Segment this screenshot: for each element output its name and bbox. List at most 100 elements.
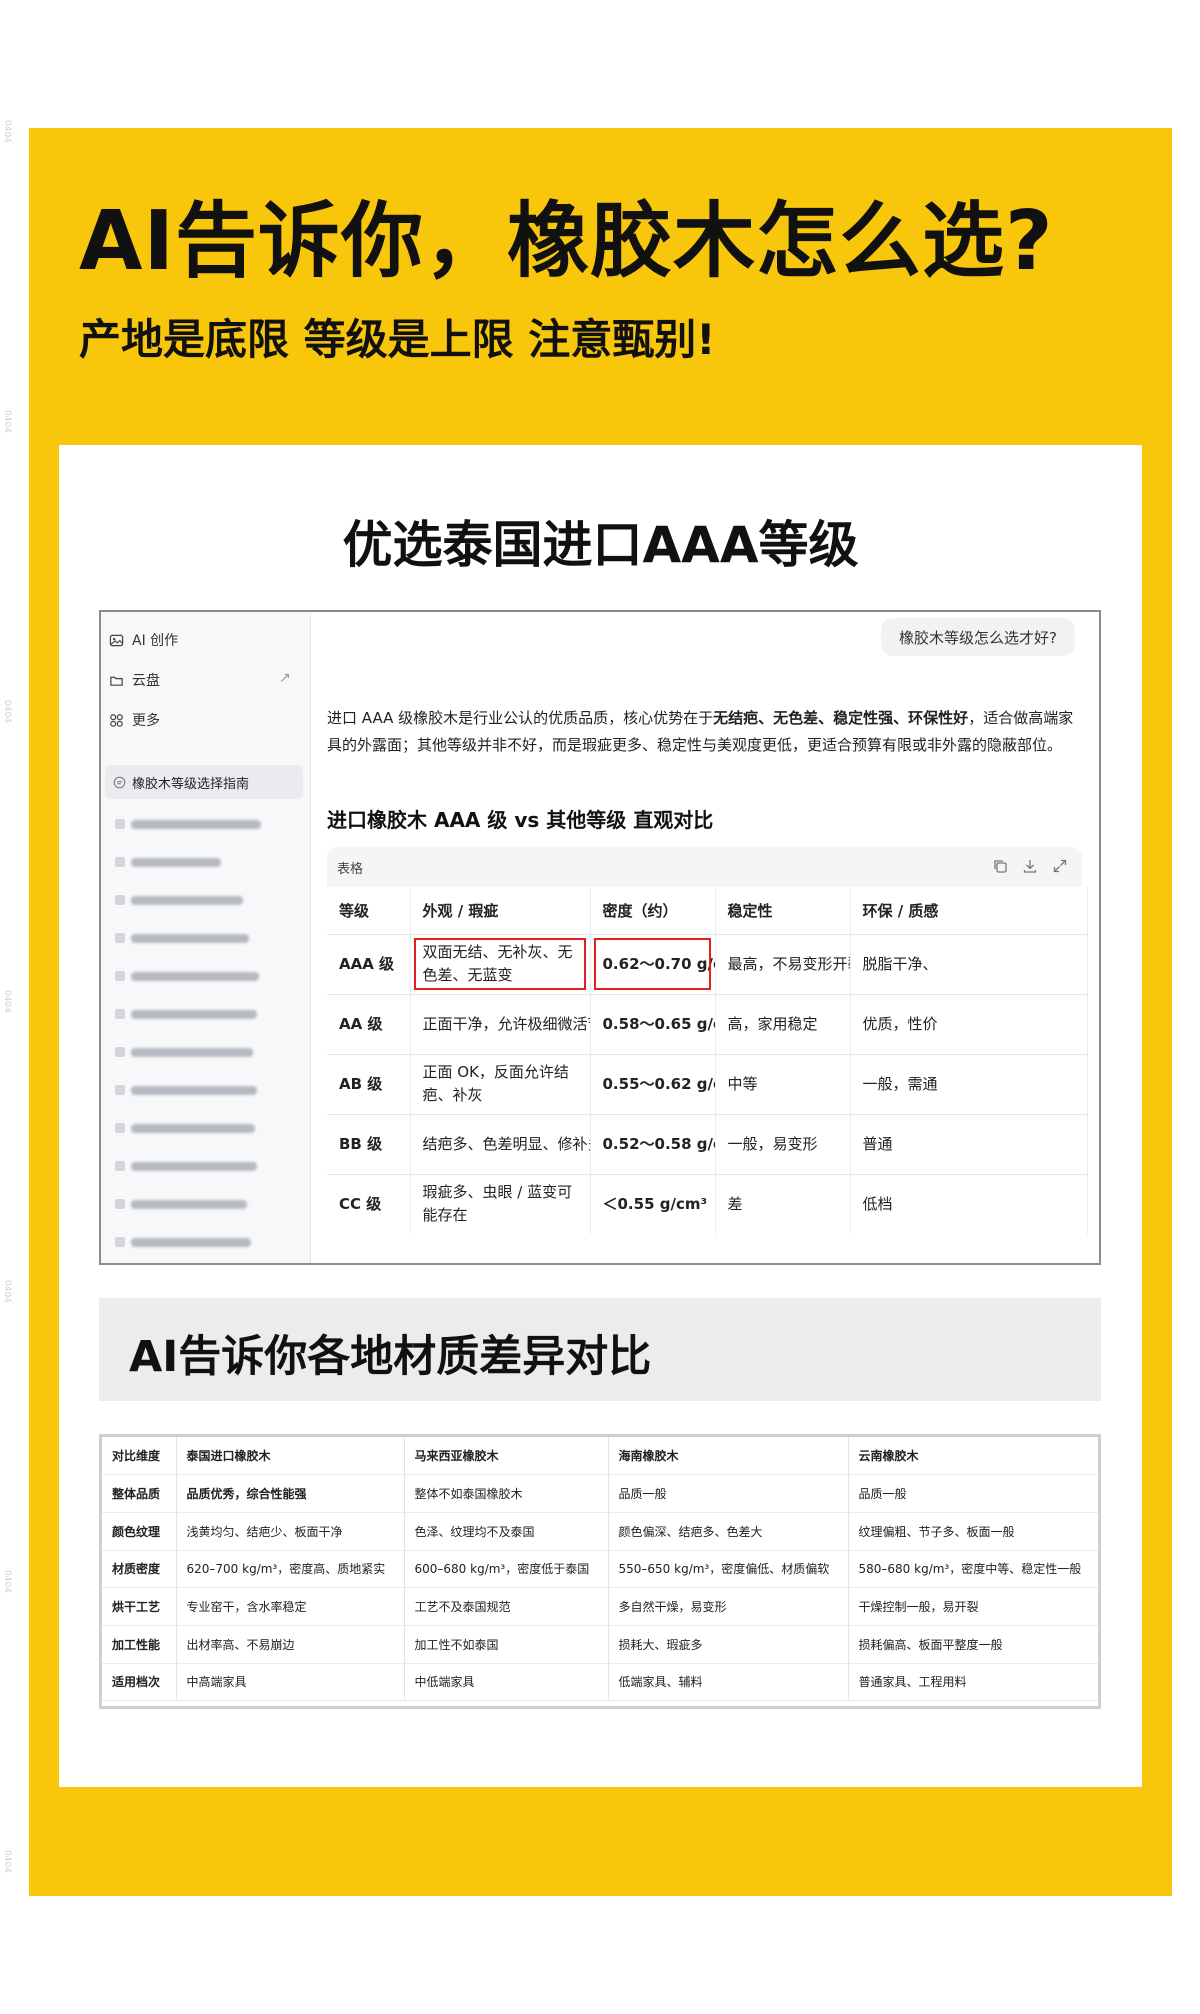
region-table-screenshot: 对比维度 泰国进口橡胶木 马来西亚橡胶木 海南橡胶木 云南橡胶木 整体品质 品质… (99, 1434, 1101, 1709)
table-header-cell: 马来西亚橡胶木 (404, 1437, 609, 1476)
blurred-chat-item[interactable] (115, 1160, 257, 1172)
hainan-cell: 低端家具、辅料 (608, 1663, 849, 1702)
table-header-cell: 泰国进口橡胶木 (176, 1437, 405, 1476)
hainan-cell: 550–650 kg/m³，密度偏低、材质偏软 (608, 1550, 849, 1589)
grade-cell: AAA 级 (327, 934, 411, 995)
table-header-cell: 对比维度 (102, 1437, 177, 1476)
sidebar-item-label: 更多 (132, 713, 160, 729)
chat-app-screenshot: AI 创作 云盘 ↗ 更多 橡胶木等级选择指南 橡胶木等级怎么选才好? 进口 A… (99, 610, 1101, 1265)
blurred-chat-item[interactable] (115, 1236, 251, 1248)
watermark-mark: 0404 (2, 410, 12, 433)
sidebar-item-more[interactable]: 更多 (109, 710, 160, 730)
table-header-cell: 环保 / 质感 (850, 887, 1088, 935)
dimension-cell: 整体品质 (102, 1474, 177, 1513)
malaysia-cell: 工艺不及泰国规范 (404, 1587, 609, 1626)
region-table: 对比维度 泰国进口橡胶木 马来西亚橡胶木 海南橡胶木 云南橡胶木 整体品质 品质… (102, 1437, 1098, 1702)
density-cell: 0.58～0.65 g/cm³ (590, 994, 716, 1055)
hainan-cell: 多自然干燥，易变形 (608, 1587, 849, 1626)
blurred-chat-item[interactable] (115, 856, 221, 868)
watermark-mark: 0404 (2, 990, 12, 1013)
sidebar: AI 创作 云盘 ↗ 更多 橡胶木等级选择指南 (101, 612, 311, 1263)
section-bar-region: AI告诉你各地材质差异对比 (99, 1298, 1101, 1401)
external-link-icon[interactable]: ↗ (279, 670, 291, 686)
hainan-cell: 颜色偏深、结疤多、色差大 (608, 1512, 849, 1551)
sidebar-item-cloud[interactable]: 云盘 (109, 670, 160, 690)
thai-cell: 品质优秀，综合性能强 (176, 1474, 405, 1513)
sidebar-chat-active[interactable]: 橡胶木等级选择指南 (105, 765, 303, 799)
sidebar-item-ai-create[interactable]: AI 创作 (109, 630, 178, 650)
density-cell: 0.55～0.62 g/cm³ (590, 1054, 716, 1115)
appearance-cell: 正面 OK，反面允许结疤、补灰 (410, 1054, 591, 1115)
blurred-chat-item[interactable] (115, 1008, 257, 1020)
chat-bubble-icon (113, 776, 126, 788)
grade-cell: CC 级 (327, 1174, 411, 1234)
highlighted-density-cell: 0.62～0.70 g/cm³ (590, 934, 716, 995)
table-row: AAA 级 双面无结、无补灰、无色差、无蓝变 0.62～0.70 g/cm³ 最… (327, 934, 1088, 995)
grade-table-container: 表格 等级 外观 / 瑕疵 密度（约） 稳定性 环保 / 质感 AAA 级 双面… (327, 847, 1088, 1263)
table-row: CC 级 瑕疵多、虫眼 / 蓝变可能存在 ＜0.55 g/cm³ 差 低档 (327, 1174, 1088, 1234)
appearance-cell: 瑕疵多、虫眼 / 蓝变可能存在 (410, 1174, 591, 1234)
table-row: AA 级 正面干净，允许极细微活节 0.58～0.65 g/cm³ 高，家用稳定… (327, 994, 1088, 1055)
chat-title: 橡胶木等级选择指南 (132, 776, 250, 792)
watermark-mark: 0404 (2, 700, 12, 723)
table-row: 烘干工艺 专业窑干，含水率稳定 工艺不及泰国规范 多自然干燥，易变形 干燥控制一… (102, 1587, 1098, 1626)
cloud-drive-icon (110, 676, 123, 686)
answer-intro-text: 进口 AAA 级橡胶木是行业公认的优质品质，核心优势在于 (327, 709, 714, 727)
blurred-chat-item[interactable] (115, 1046, 253, 1058)
blurred-chat-item[interactable] (115, 1198, 247, 1210)
yunnan-cell: 干燥控制一般，易开裂 (848, 1587, 1098, 1626)
blurred-chat-item[interactable] (115, 1122, 255, 1134)
table-header-cell: 密度（约） (590, 887, 716, 935)
table-header-row: 对比维度 泰国进口橡胶木 马来西亚橡胶木 海南橡胶木 云南橡胶木 (102, 1437, 1098, 1476)
stability-cell: 差 (715, 1174, 851, 1234)
blurred-chat-item[interactable] (115, 932, 249, 944)
appearance-cell: 正面干净，允许极细微活节 (410, 994, 591, 1055)
image-icon (109, 634, 124, 646)
dimension-cell: 加工性能 (102, 1625, 177, 1664)
thai-cell: 浅黄均匀、结疤少、板面干净 (176, 1512, 405, 1551)
table-row: AB 级 正面 OK，反面允许结疤、补灰 0.55～0.62 g/cm³ 中等 … (327, 1054, 1088, 1115)
blurred-chat-item[interactable] (115, 818, 261, 830)
answer-intro: 进口 AAA 级橡胶木是行业公认的优质品质，核心优势在于无结疤、无色差、稳定性强… (327, 705, 1077, 759)
watermark-mark: 0404 (2, 1280, 12, 1303)
blurred-chat-item[interactable] (115, 894, 243, 906)
yunnan-cell: 损耗偏高、板面平整度一般 (848, 1625, 1098, 1664)
grid-icon (110, 713, 123, 727)
malaysia-cell: 中低端家具 (404, 1663, 609, 1702)
table-row: 材质密度 620–700 kg/m³，密度高、质地紧实 600–680 kg/m… (102, 1550, 1098, 1589)
blurred-chat-item[interactable] (115, 1084, 257, 1096)
sidebar-item-label: 云盘 (132, 673, 160, 689)
hainan-cell: 损耗大、瑕疵多 (608, 1625, 849, 1664)
download-icon[interactable] (1022, 858, 1038, 874)
table-row: BB 级 结疤多、色差明显、修补多 0.52～0.58 g/cm³ 一般，易变形… (327, 1114, 1088, 1175)
table-row: 适用档次 中高端家具 中低端家具 低端家具、辅料 普通家具、工程用料 (102, 1663, 1098, 1702)
expand-icon[interactable] (1052, 858, 1068, 874)
thai-cell: 620–700 kg/m³，密度高、质地紧实 (176, 1550, 405, 1589)
eco-cell: 普通 (850, 1114, 1088, 1175)
grade-cell: AB 级 (327, 1054, 411, 1115)
appearance-cell: 结疤多、色差明显、修补多 (410, 1114, 591, 1175)
dimension-cell: 颜色纹理 (102, 1512, 177, 1551)
table-row: 加工性能 出材率高、不易崩边 加工性不如泰国 损耗大、瑕疵多 损耗偏高、板面平整… (102, 1625, 1098, 1664)
stability-cell: 最高，不易变形开裂 (715, 934, 851, 995)
malaysia-cell: 加工性不如泰国 (404, 1625, 609, 1664)
eco-cell: 一般，需通 (850, 1054, 1088, 1115)
blurred-chat-item[interactable] (115, 970, 259, 982)
highlighted-appearance-cell: 双面无结、无补灰、无色差、无蓝变 (410, 934, 591, 995)
copy-icon[interactable] (992, 858, 1008, 874)
page-subtitle: 产地是底限 等级是上限 注意甄别! (79, 315, 716, 364)
density-cell: ＜0.55 g/cm³ (590, 1174, 716, 1234)
thai-cell: 出材率高、不易崩边 (176, 1625, 405, 1664)
dimension-cell: 适用档次 (102, 1663, 177, 1702)
table-header-cell: 稳定性 (715, 887, 851, 935)
answer-intro-highlight: 无结疤、无色差、稳定性强、环保性好 (713, 709, 969, 727)
grade-table: 等级 外观 / 瑕疵 密度（约） 稳定性 环保 / 质感 AAA 级 双面无结、… (327, 887, 1088, 1234)
yunnan-cell: 普通家具、工程用料 (848, 1663, 1098, 1702)
table-toolbar: 表格 (327, 847, 1082, 887)
eco-cell: 脱脂干净、 (850, 934, 1088, 995)
table-header-cell: 等级 (327, 887, 411, 935)
table-row: 颜色纹理 浅黄均匀、结疤少、板面干净 色泽、纹理均不及泰国 颜色偏深、结疤多、色… (102, 1512, 1098, 1551)
stability-cell: 一般，易变形 (715, 1114, 851, 1175)
yunnan-cell: 品质一般 (848, 1474, 1098, 1513)
watermark-mark: 0404 (2, 120, 12, 143)
